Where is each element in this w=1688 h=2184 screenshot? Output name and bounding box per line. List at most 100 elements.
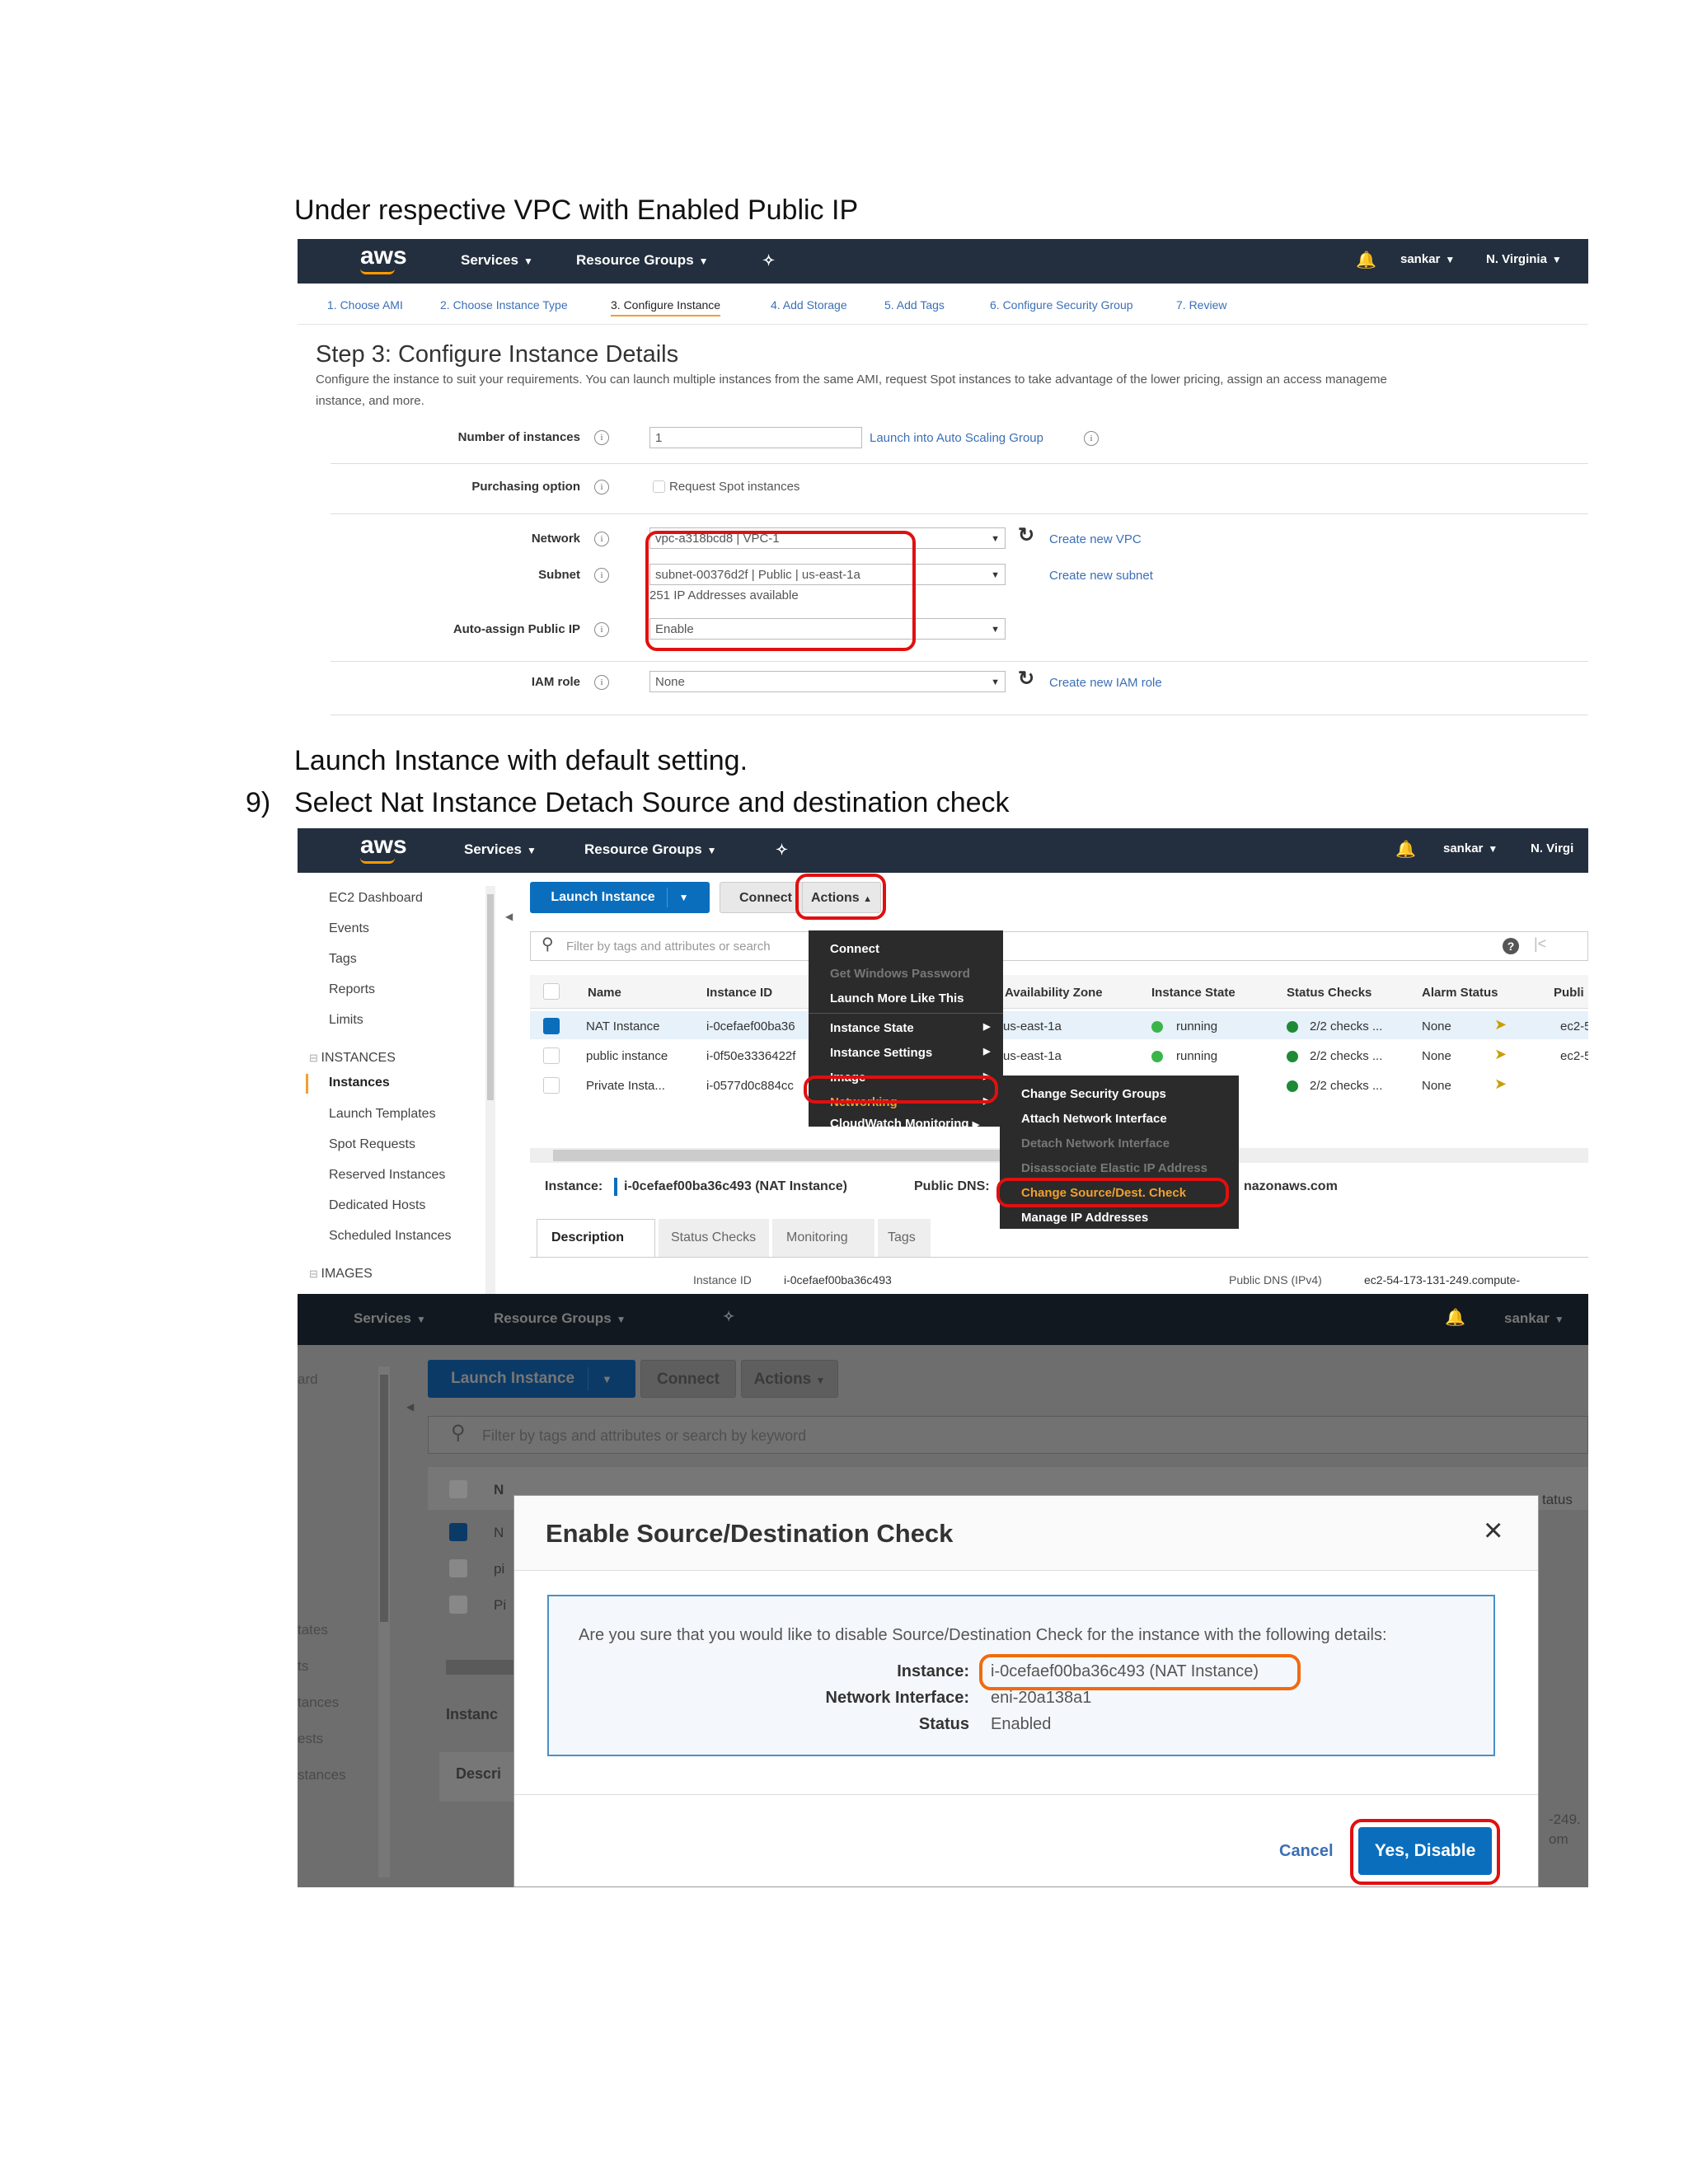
col-status-checks[interactable]: Status Checks xyxy=(1287,986,1372,1000)
tab-monitoring[interactable]: Monitoring xyxy=(786,1230,848,1245)
sidebar-item-limits[interactable]: Limits xyxy=(329,1013,363,1028)
menu-item-manage-ip-addresses[interactable]: Manage IP Addresses xyxy=(1021,1211,1148,1225)
select-all-checkbox[interactable] xyxy=(543,983,560,1000)
create-subnet-link[interactable]: Create new subnet xyxy=(1049,569,1153,583)
user-menu[interactable]: sankar ▼ xyxy=(1443,841,1498,855)
step-configure-instance[interactable]: 3. Configure Instance xyxy=(611,298,721,316)
row-name: NAT Instance xyxy=(586,1019,660,1033)
cancel-button[interactable]: Cancel xyxy=(1279,1842,1334,1861)
resource-groups-menu[interactable]: Resource Groups ▼ xyxy=(584,841,717,858)
menu-item-change-security-groups[interactable]: Change Security Groups xyxy=(1021,1087,1166,1101)
sidebar-item-events[interactable]: Events xyxy=(329,921,369,936)
pin-icon[interactable]: ✧ xyxy=(723,1309,734,1325)
menu-item-launch-more-like-this[interactable]: Launch More Like This xyxy=(830,991,964,1005)
alarm-bell-icon[interactable]: ➤ xyxy=(1494,1076,1507,1093)
sidebar-item-dedicated-hosts[interactable]: Dedicated Hosts xyxy=(329,1198,425,1213)
actions-button-dimmed[interactable]: Actions ▼ xyxy=(741,1360,838,1398)
col-instance-state[interactable]: Instance State xyxy=(1151,986,1236,1000)
tab-description[interactable]: Description xyxy=(551,1230,624,1245)
step-choose-ami[interactable]: 1. Choose AMI xyxy=(327,298,403,312)
tab-tags[interactable]: Tags xyxy=(888,1230,916,1245)
region-menu[interactable]: N. Virginia ▼ xyxy=(1486,252,1562,266)
num-instances-input[interactable]: 1 xyxy=(649,427,862,448)
step-review[interactable]: 7. Review xyxy=(1176,298,1226,312)
refresh-icon[interactable]: ↻ xyxy=(1018,523,1034,547)
col-instance-id[interactable]: Instance ID xyxy=(706,986,772,1000)
pin-icon[interactable]: ✧ xyxy=(776,841,788,859)
aws-navbar-dimmed: Services ▼ Resource Groups ▼ ✧ 🔔 sankar ▼ xyxy=(298,1294,1588,1345)
create-iam-role-link[interactable]: Create new IAM role xyxy=(1049,676,1162,690)
launch-instance-button[interactable]: Launch Instance ▼ xyxy=(530,882,710,913)
row-alarm: None xyxy=(1422,1049,1451,1063)
sidebar-item-launch-templates[interactable]: Launch Templates xyxy=(329,1107,436,1122)
request-spot-checkbox[interactable] xyxy=(653,480,665,493)
info-icon[interactable]: i xyxy=(594,532,609,546)
sidebar-item-reports[interactable]: Reports xyxy=(329,982,375,997)
user-menu[interactable]: sankar ▼ xyxy=(1504,1310,1564,1327)
filter-input-dimmed[interactable]: Filter by tags and attributes or search … xyxy=(482,1427,806,1445)
step-add-tags[interactable]: 5. Add Tags xyxy=(884,298,945,312)
aws-logo[interactable]: aws xyxy=(360,242,407,270)
menu-item-connect[interactable]: Connect xyxy=(830,942,879,956)
sidebar-item-reserved-instances[interactable]: Reserved Instances xyxy=(329,1168,445,1183)
info-icon[interactable]: i xyxy=(1084,431,1099,446)
collapse-sidebar-icon[interactable]: ◀ xyxy=(505,911,513,922)
region-menu[interactable]: N. Virgi xyxy=(1531,841,1573,855)
menu-item-instance-state[interactable]: Instance State xyxy=(830,1021,914,1035)
menu-item-get-windows-password[interactable]: Get Windows Password xyxy=(830,967,970,981)
connect-button-dimmed[interactable]: Connect xyxy=(640,1360,736,1398)
menu-item-cloudwatch-monitoring[interactable]: CloudWatch Monitoring ▶ xyxy=(830,1117,979,1131)
sidebar-item-scheduled-instances[interactable]: Scheduled Instances xyxy=(329,1229,452,1244)
auto-scaling-link[interactable]: Launch into Auto Scaling Group xyxy=(870,431,1043,445)
info-icon[interactable]: i xyxy=(594,430,609,445)
services-menu[interactable]: Services ▼ xyxy=(354,1310,426,1327)
close-icon[interactable]: × xyxy=(1484,1512,1503,1549)
row-checkbox[interactable] xyxy=(543,1018,560,1034)
menu-item-instance-settings[interactable]: Instance Settings xyxy=(830,1046,932,1060)
resource-groups-menu[interactable]: Resource Groups ▼ xyxy=(494,1310,626,1327)
resource-groups-menu[interactable]: Resource Groups ▼ xyxy=(576,252,709,269)
pin-icon[interactable]: ✧ xyxy=(762,252,775,269)
create-vpc-link[interactable]: Create new VPC xyxy=(1049,532,1142,546)
step-configure-security-group[interactable]: 6. Configure Security Group xyxy=(990,298,1133,312)
services-menu[interactable]: Services ▼ xyxy=(461,252,533,269)
sidebar-item-ec2-dashboard[interactable]: EC2 Dashboard xyxy=(329,891,423,906)
menu-item-detach-network-interface[interactable]: Detach Network Interface xyxy=(1021,1137,1170,1151)
col-alarm-status[interactable]: Alarm Status xyxy=(1422,986,1498,1000)
menu-item-attach-network-interface[interactable]: Attach Network Interface xyxy=(1021,1112,1167,1126)
sidebar-item-instances[interactable]: Instances xyxy=(329,1076,390,1090)
row-checkbox[interactable] xyxy=(543,1047,560,1064)
modal-title: Enable Source/Destination Check xyxy=(546,1519,954,1548)
user-menu[interactable]: sankar ▼ xyxy=(1400,252,1455,266)
col-public-dns[interactable]: Publi xyxy=(1554,986,1584,1000)
refresh-icon[interactable]: ↻ xyxy=(1018,667,1034,691)
launch-instance-button-dimmed[interactable]: Launch Instance ▼ xyxy=(428,1360,635,1398)
col-availability-zone[interactable]: Availability Zone xyxy=(1005,986,1103,1000)
iam-role-select[interactable]: None ▼ xyxy=(649,671,1006,692)
step-choose-instance-type[interactable]: 2. Choose Instance Type xyxy=(440,298,568,312)
row-checkbox[interactable] xyxy=(543,1077,560,1094)
info-icon[interactable]: i xyxy=(594,622,609,637)
highlight-network-box xyxy=(645,531,916,651)
bell-icon[interactable]: 🔔 xyxy=(1356,250,1376,270)
first-page-icon[interactable]: |< xyxy=(1534,935,1546,953)
tab-status-checks[interactable]: Status Checks xyxy=(671,1230,756,1245)
info-icon[interactable]: i xyxy=(594,480,609,494)
alarm-bell-icon[interactable]: ➤ xyxy=(1494,1016,1507,1033)
sidebar-section-instances: ⊟ INSTANCES xyxy=(309,1051,396,1065)
filter-input[interactable]: Filter by tags and attributes or search xyxy=(566,940,771,954)
menu-item-disassociate-elastic-ip[interactable]: Disassociate Elastic IP Address xyxy=(1021,1161,1207,1175)
bell-icon[interactable]: 🔔 xyxy=(1445,1307,1465,1328)
aws-logo[interactable]: aws xyxy=(360,832,407,860)
help-icon[interactable]: ? xyxy=(1503,938,1519,954)
services-menu[interactable]: Services ▼ xyxy=(464,841,537,858)
sidebar-item-tags[interactable]: Tags xyxy=(329,952,357,967)
sidebar-item-spot-requests[interactable]: Spot Requests xyxy=(329,1137,415,1152)
alarm-bell-icon[interactable]: ➤ xyxy=(1494,1046,1507,1063)
bell-icon[interactable]: 🔔 xyxy=(1395,839,1416,860)
info-icon[interactable]: i xyxy=(594,568,609,583)
step-add-storage[interactable]: 4. Add Storage xyxy=(771,298,847,312)
info-icon[interactable]: i xyxy=(594,675,609,690)
iam-role-label: IAM role xyxy=(531,675,580,689)
col-name[interactable]: Name xyxy=(588,986,621,1000)
